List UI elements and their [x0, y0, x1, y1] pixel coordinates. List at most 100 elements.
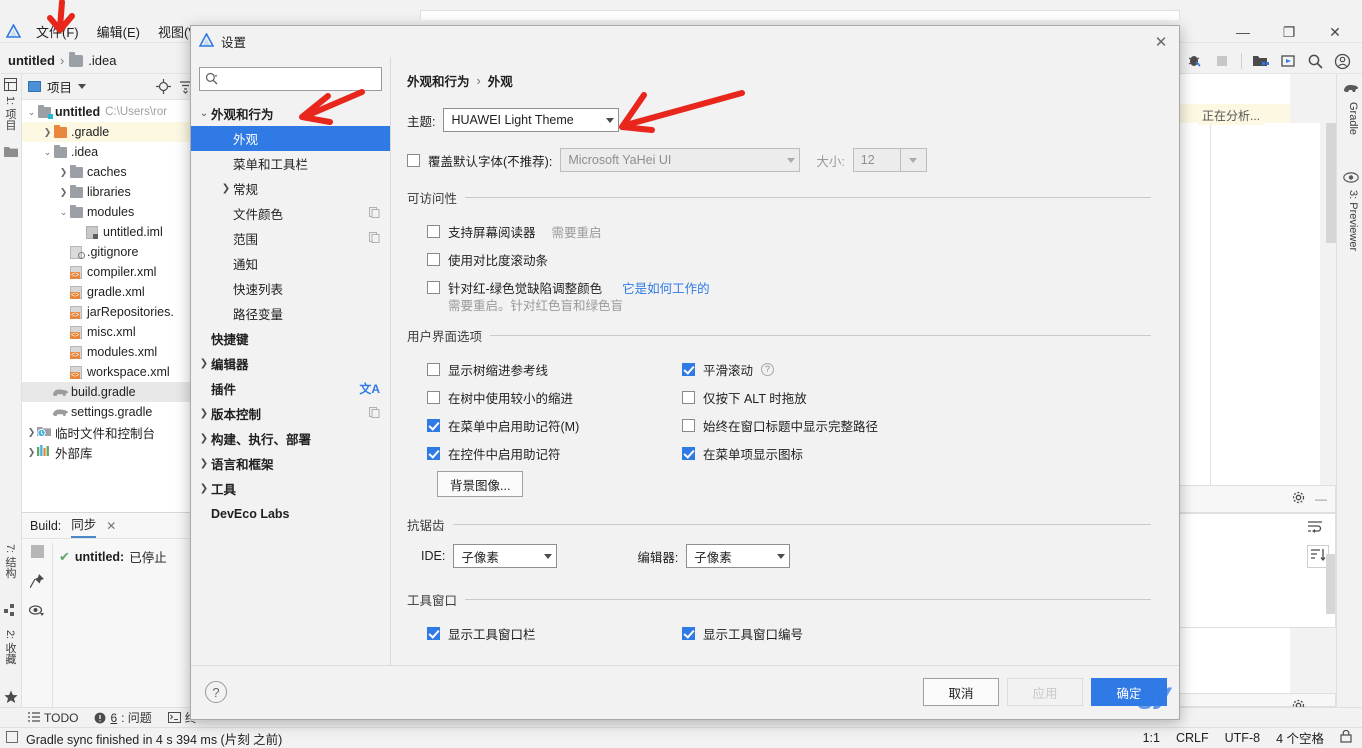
breadcrumb-project[interactable]: untitled: [8, 53, 55, 68]
tree-row[interactable]: build.gradle: [22, 382, 199, 402]
tree-expand-arrow[interactable]: ❯: [58, 167, 69, 178]
minimize-panel-icon[interactable]: —: [1315, 492, 1327, 506]
settings-nav-item[interactable]: ⌄ 外观和行为: [191, 101, 390, 126]
search-icon[interactable]: [1303, 49, 1327, 73]
tree-row[interactable]: ⌄ modules: [22, 202, 199, 222]
nav-expand-arrow[interactable]: ❯: [197, 458, 211, 469]
tree-row[interactable]: modules.xml: [22, 342, 199, 362]
screen-reader-row[interactable]: 支持屏幕阅读器 需要重启: [407, 217, 1179, 245]
menu-mnemonics-checkbox[interactable]: [427, 418, 440, 432]
nav-expand-arrow[interactable]: ❯: [197, 408, 211, 419]
colorblind-checkbox[interactable]: [427, 280, 440, 294]
lock-icon[interactable]: [1340, 729, 1352, 746]
tree-row[interactable]: untitled.iml: [22, 222, 199, 242]
project-panel-header[interactable]: 项目: [22, 74, 199, 100]
smaller-indents-row[interactable]: 在树中使用较小的缩进: [407, 383, 662, 411]
menu-edit[interactable]: 编辑(E): [88, 20, 149, 43]
project-structure-icon[interactable]: [1249, 49, 1273, 73]
todo-tool-button[interactable]: TODO: [28, 711, 78, 725]
caret-position[interactable]: 1:1: [1143, 731, 1160, 745]
settings-nav-item[interactable]: ❯ 构建、执行、部署: [191, 426, 390, 451]
tree-indent-guides-checkbox[interactable]: [427, 362, 440, 376]
alt-drag-checkbox[interactable]: [682, 390, 695, 404]
settings-dialog[interactable]: 设置 ✕ ⌄ 外观和行为 外观 菜单和工具栏 ❯ 常规 文件颜色 范围 通知 快速列表 路径变量 快捷…: [190, 25, 1180, 720]
contrast-scrollbar-checkbox[interactable]: [427, 252, 440, 266]
ok-button[interactable]: 确定: [1091, 678, 1167, 706]
chevron-down-icon[interactable]: [899, 149, 926, 171]
tree-expand-arrow[interactable]: ❯: [58, 187, 69, 198]
tree-expand-arrow[interactable]: ❯: [26, 447, 37, 458]
left-tool-strip[interactable]: 1: 项目 7: 结构 2: 收藏: [0, 74, 22, 707]
settings-search-box[interactable]: [199, 67, 382, 91]
project-panel[interactable]: 项目 ⌄ untitled C:\Users\ror ❯ .gradle ⌄ .idea ❯ c…: [22, 74, 200, 512]
settings-nav-item[interactable]: ❯ 编辑器: [191, 351, 390, 376]
alt-drag-row[interactable]: 仅按下 ALT 时拖放: [662, 383, 917, 411]
indent-setting[interactable]: 4 个空格: [1276, 728, 1324, 747]
nav-expand-arrow[interactable]: ❯: [197, 483, 211, 494]
build-tool-buttons[interactable]: [26, 543, 48, 619]
tree-expand-arrow[interactable]: ⌄: [42, 147, 53, 158]
smaller-indents-checkbox[interactable]: [427, 390, 440, 404]
settings-nav-item[interactable]: DevEco Labs: [191, 501, 390, 526]
right-tab-gradle[interactable]: Gradle: [1347, 102, 1359, 135]
full-path-title-row[interactable]: 始终在窗口标题中显示完整路径: [662, 411, 917, 439]
sidebar-tab-favorites[interactable]: 2: 收藏: [2, 630, 18, 664]
cancel-button[interactable]: 取消: [923, 678, 999, 706]
pin-icon[interactable]: [29, 573, 45, 589]
chevron-down-icon[interactable]: [78, 84, 87, 89]
status-bar-right[interactable]: 1:1 CRLF UTF-8 4 个空格: [1143, 727, 1352, 748]
build-tab-close-icon[interactable]: ✕: [106, 519, 116, 533]
background-image-button[interactable]: 背景图像...: [437, 471, 524, 497]
tree-row[interactable]: compiler.xml: [22, 262, 199, 282]
sidebar-tab-structure[interactable]: 7: 结构: [2, 544, 18, 578]
settings-nav-item[interactable]: 菜单和工具栏: [191, 151, 390, 176]
build-tab-sync[interactable]: 同步: [71, 514, 97, 538]
copy-icon[interactable]: [369, 231, 380, 246]
contrast-scrollbar-row[interactable]: 使用对比度滚动条: [407, 245, 1179, 273]
line-separator[interactable]: CRLF: [1176, 731, 1209, 745]
maximize-icon[interactable]: ❐: [1266, 20, 1312, 44]
settings-nav-item[interactable]: ❯ 语言和框架: [191, 451, 390, 476]
settings-nav-item[interactable]: 文件颜色: [191, 201, 390, 226]
help-button[interactable]: ?: [205, 681, 227, 703]
right-tab-previewer[interactable]: 3: Previewer: [1347, 190, 1359, 251]
editor-scroll-rail[interactable]: [1326, 123, 1336, 243]
smooth-scrolling-checkbox[interactable]: [682, 362, 695, 376]
ide-aa-select[interactable]: 子像素: [453, 544, 558, 568]
show-tool-window-numbers-checkbox[interactable]: [682, 626, 695, 640]
screen-reader-checkbox[interactable]: [427, 224, 440, 238]
settings-nav-item[interactable]: 路径变量: [191, 301, 390, 326]
full-path-title-checkbox[interactable]: [682, 418, 695, 432]
tree-row[interactable]: .gitignore: [22, 242, 199, 262]
tree-row[interactable]: workspace.xml: [22, 362, 199, 382]
locate-icon[interactable]: [155, 79, 171, 95]
right-tool-strip[interactable]: Gradle 3: Previewer: [1336, 74, 1362, 707]
right-panel-body-1[interactable]: [1176, 513, 1336, 628]
tree-row[interactable]: gradle.xml: [22, 282, 199, 302]
tree-row[interactable]: jarRepositories.: [22, 302, 199, 322]
tree-expand-arrow[interactable]: ❯: [42, 127, 53, 138]
window-controls[interactable]: — ❐ ✕: [1220, 20, 1358, 44]
settings-nav-item[interactable]: 插件 文A: [191, 376, 390, 401]
tree-row[interactable]: ⌄ untitled C:\Users\ror: [22, 102, 199, 122]
tree-expand-arrow[interactable]: ⌄: [26, 107, 37, 118]
settings-nav-item[interactable]: 快速列表: [191, 276, 390, 301]
settings-nav-item[interactable]: 外观: [191, 126, 390, 151]
tree-expand-arrow[interactable]: ⌄: [58, 207, 69, 218]
menu-icons-row[interactable]: 在菜单项显示图标: [662, 439, 917, 467]
menu-mnemonics-row[interactable]: 在菜单中启用助记符(M): [407, 411, 662, 439]
show-tool-window-bars-row[interactable]: 显示工具窗口栏: [407, 619, 662, 647]
settings-nav-item[interactable]: 通知: [191, 251, 390, 276]
gear-icon[interactable]: [1292, 491, 1305, 507]
device-manager-icon[interactable]: [1276, 49, 1300, 73]
file-encoding[interactable]: UTF-8: [1225, 731, 1260, 745]
tree-row[interactable]: ❯ 外部库: [22, 442, 199, 462]
settings-nav-item[interactable]: 快捷键: [191, 326, 390, 351]
translate-icon[interactable]: 文A: [359, 380, 380, 397]
colorblind-help-link[interactable]: 它是如何工作的: [622, 278, 710, 297]
font-family-select[interactable]: Microsoft YaHei UI: [560, 148, 801, 172]
close-icon[interactable]: ✕: [1312, 20, 1358, 44]
debug-icon[interactable]: [1183, 49, 1207, 73]
right-panel-header-1[interactable]: —: [1176, 485, 1336, 513]
menu-icons-checkbox[interactable]: [682, 446, 695, 460]
